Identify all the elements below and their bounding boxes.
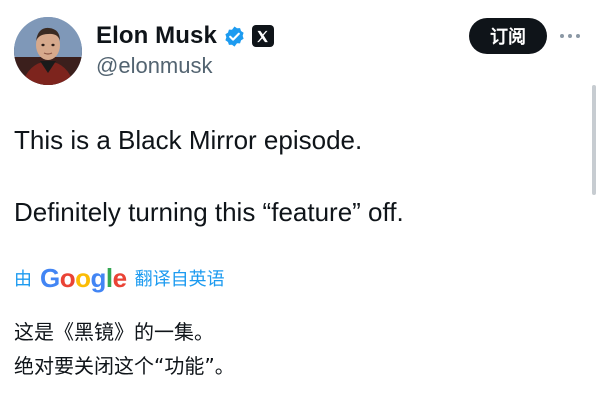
avatar[interactable] [14, 17, 82, 85]
author-handle[interactable]: @elonmusk [96, 53, 213, 79]
translation-source-label: 翻译自英语 [134, 269, 225, 290]
translation-attribution[interactable]: 由 Google 翻译自英语 [14, 264, 225, 292]
tweet-card: Elon Musk @elonmusk 订阅 This is a Black M… [0, 0, 600, 403]
avatar-image [14, 17, 82, 85]
x-logo-icon[interactable] [251, 25, 274, 47]
author-name-row: Elon Musk [96, 22, 274, 50]
verified-badge-icon[interactable] [223, 25, 246, 48]
subscribe-button[interactable]: 订阅 [469, 18, 547, 54]
google-logo: Google [40, 263, 127, 293]
more-horizontal-icon[interactable] [560, 26, 588, 46]
translated-text-line: 绝对要关闭这个“功能”。 [14, 354, 235, 378]
scrollbar[interactable] [592, 85, 596, 195]
translated-text-line: 这是《黑镜》的一集。 [14, 320, 214, 344]
tweet-text-line: This is a Black Mirror episode. [14, 125, 363, 155]
author-name[interactable]: Elon Musk [96, 22, 217, 50]
translated-by-label: 由 [14, 269, 32, 290]
tweet-text-line: Definitely turning this “feature” off. [14, 197, 404, 227]
